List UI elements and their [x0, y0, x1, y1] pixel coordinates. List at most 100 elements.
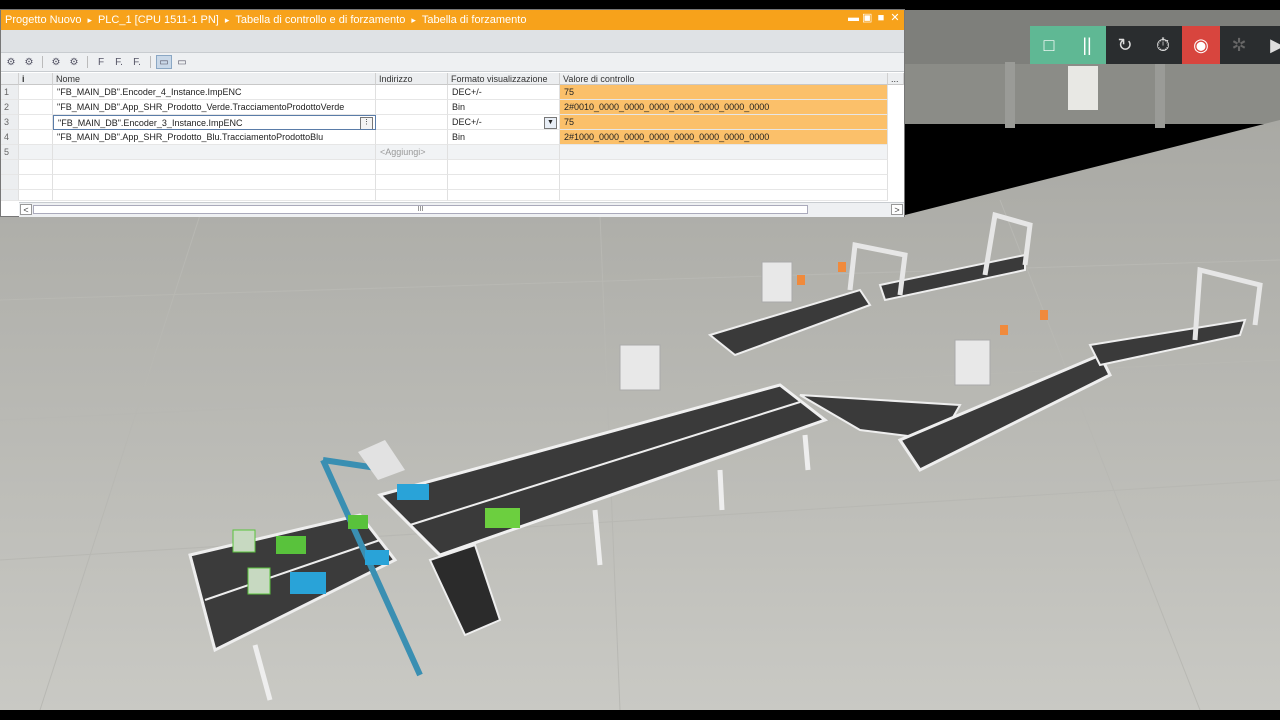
cell-address[interactable]	[376, 85, 448, 100]
table-row[interactable]: 4 "FB_MAIN_DB".App_SHR_Prodotto_Blu.Trac…	[1, 130, 888, 145]
cell-force-value	[560, 160, 888, 175]
fan-icon[interactable]: ✲	[1220, 26, 1258, 64]
table-row[interactable]: 1 "FB_MAIN_DB".Encoder_4_Instance.ImpENC…	[1, 85, 888, 100]
empty-row	[1, 160, 888, 175]
cell-format[interactable]	[448, 145, 560, 160]
horizontal-scrollbar[interactable]: < III >	[19, 202, 904, 217]
tag-browse-icon[interactable]: ⋮	[360, 117, 373, 129]
empty-row	[1, 175, 888, 190]
chevron-right-icon: ▸	[411, 14, 416, 25]
stop-force-icon[interactable]: ⚙	[66, 55, 82, 69]
row-info	[19, 160, 53, 175]
cell-format[interactable]: DEC+/- ▼	[448, 115, 560, 130]
show-columns-icon[interactable]: ▭	[156, 55, 172, 69]
cell-address[interactable]	[376, 115, 448, 130]
table-row-new[interactable]: 5 <Aggiungi>	[1, 145, 888, 160]
row-number: 5	[1, 145, 19, 160]
cell-address[interactable]	[376, 100, 448, 115]
breadcrumb-force-table[interactable]: Tabella di forzamento	[422, 14, 527, 26]
row-number: 1	[1, 85, 19, 100]
row-number: 2	[1, 100, 19, 115]
row-number	[1, 175, 19, 190]
cell-name-editing[interactable]: "FB_MAIN_DB".Encoder_3_Instance.ImpENC ⋮	[53, 115, 376, 130]
toolbar-separator	[150, 56, 151, 68]
cell-format[interactable]: DEC+/-	[448, 85, 560, 100]
cell-force-value[interactable]: 2#1000_0000_0000_0000_0000_0000_0000_000…	[560, 130, 888, 145]
row-info	[19, 190, 53, 201]
reset-icon[interactable]: ↻	[1106, 26, 1144, 64]
row-number	[1, 160, 19, 175]
add-row-placeholder[interactable]: <Aggiungi>	[376, 145, 448, 160]
pause-icon[interactable]: ||	[1068, 26, 1106, 64]
force-table-window: Progetto Nuovo ▸ PLC_1 [CPU 1511-1 PN] ▸…	[0, 9, 905, 217]
screen: □ || ↻ ⏱ ◉ ✲ ▶ Progetto Nuovo ▸ PLC_1 [C…	[0, 0, 1280, 720]
scroll-right-icon[interactable]: >	[891, 204, 903, 215]
timer-icon[interactable]: ⏱	[1144, 26, 1182, 64]
row-info	[19, 130, 53, 145]
cell-force-value[interactable]: 75	[560, 115, 888, 130]
cell-address	[376, 160, 448, 175]
cell-name-text: "FB_MAIN_DB".Encoder_3_Instance.ImpENC	[58, 118, 243, 128]
header-address[interactable]: Indirizzo	[376, 73, 448, 85]
header-more[interactable]: ...	[888, 73, 904, 85]
chevron-right-icon: ▸	[224, 14, 230, 25]
cell-name[interactable]: "FB_MAIN_DB".App_SHR_Prodotto_Verde.Trac…	[53, 100, 376, 115]
record-icon[interactable]: ◉	[1182, 26, 1220, 64]
cell-format-text: DEC+/-	[452, 117, 482, 127]
cell-address[interactable]	[376, 130, 448, 145]
header-format[interactable]: Formato visualizzazione	[448, 73, 560, 85]
toolbar-separator	[42, 56, 43, 68]
breadcrumb-tables[interactable]: Tabella di controllo e di forzamento	[235, 14, 405, 26]
cell-name	[53, 190, 376, 201]
maximize-icon[interactable]: ■	[876, 13, 886, 24]
cell-format	[448, 160, 560, 175]
force-icon[interactable]: ⚙	[48, 55, 64, 69]
row-info	[19, 145, 53, 160]
scrollbar-thumb[interactable]: III	[33, 205, 808, 214]
breadcrumb-project[interactable]: Progetto Nuovo	[5, 14, 81, 26]
table-row-selected[interactable]: 3 "FB_MAIN_DB".Encoder_3_Instance.ImpENC…	[1, 115, 888, 130]
header-info: i	[19, 73, 53, 85]
cell-force-value[interactable]: 2#0010_0000_0000_0000_0000_0000_0000_000…	[560, 100, 888, 115]
f-arrow-icon[interactable]: F.	[129, 55, 145, 69]
cell-force-value	[560, 190, 888, 201]
modify-icon[interactable]: ⚙	[21, 55, 37, 69]
monitor-icon[interactable]: ⚙	[3, 55, 19, 69]
toolbar-separator	[87, 56, 88, 68]
header-name[interactable]: Nome	[53, 73, 376, 85]
cell-name[interactable]: "FB_MAIN_DB".Encoder_4_Instance.ImpENC	[53, 85, 376, 100]
window-spacer	[1, 30, 904, 53]
chevron-right-icon: ▸	[87, 14, 92, 25]
cell-name	[53, 175, 376, 190]
empty-row	[1, 190, 888, 201]
simulation-toolbar: □ || ↻ ⏱ ◉ ✲ ▶	[1030, 26, 1280, 64]
cell-address	[376, 175, 448, 190]
close-icon[interactable]: ✕	[890, 13, 900, 24]
window-title-bar[interactable]: Progetto Nuovo ▸ PLC_1 [CPU 1511-1 PN] ▸…	[1, 10, 904, 30]
row-info	[19, 85, 53, 100]
row-info	[19, 100, 53, 115]
expand-icon[interactable]: ▭	[174, 55, 190, 69]
table-row[interactable]: 2 "FB_MAIN_DB".App_SHR_Prodotto_Verde.Tr…	[1, 100, 888, 115]
chevron-down-icon[interactable]: ▼	[544, 117, 557, 129]
row-number: 3	[1, 115, 19, 130]
f-dot-icon[interactable]: F.	[111, 55, 127, 69]
minimize-icon[interactable]: ▬	[848, 13, 859, 24]
cell-format[interactable]: Bin	[448, 130, 560, 145]
scroll-left-icon[interactable]: <	[20, 204, 32, 215]
cell-name[interactable]: "FB_MAIN_DB".App_SHR_Prodotto_Blu.Tracci…	[53, 130, 376, 145]
camera-icon[interactable]: ▶	[1258, 26, 1280, 64]
restore-icon[interactable]: ▣	[862, 13, 872, 24]
cell-name[interactable]	[53, 145, 376, 160]
cell-force-value[interactable]	[560, 145, 888, 160]
header-value[interactable]: Valore di controllo	[560, 73, 888, 85]
stop-icon[interactable]: □	[1030, 26, 1068, 64]
cell-force-value[interactable]: 75	[560, 85, 888, 100]
cell-format[interactable]: Bin	[448, 100, 560, 115]
cell-format	[448, 190, 560, 201]
breadcrumb-plc[interactable]: PLC_1 [CPU 1511-1 PN]	[98, 14, 219, 26]
row-info	[19, 115, 53, 130]
row-number	[1, 190, 19, 201]
f-icon[interactable]: F	[93, 55, 109, 69]
cell-name	[53, 160, 376, 175]
